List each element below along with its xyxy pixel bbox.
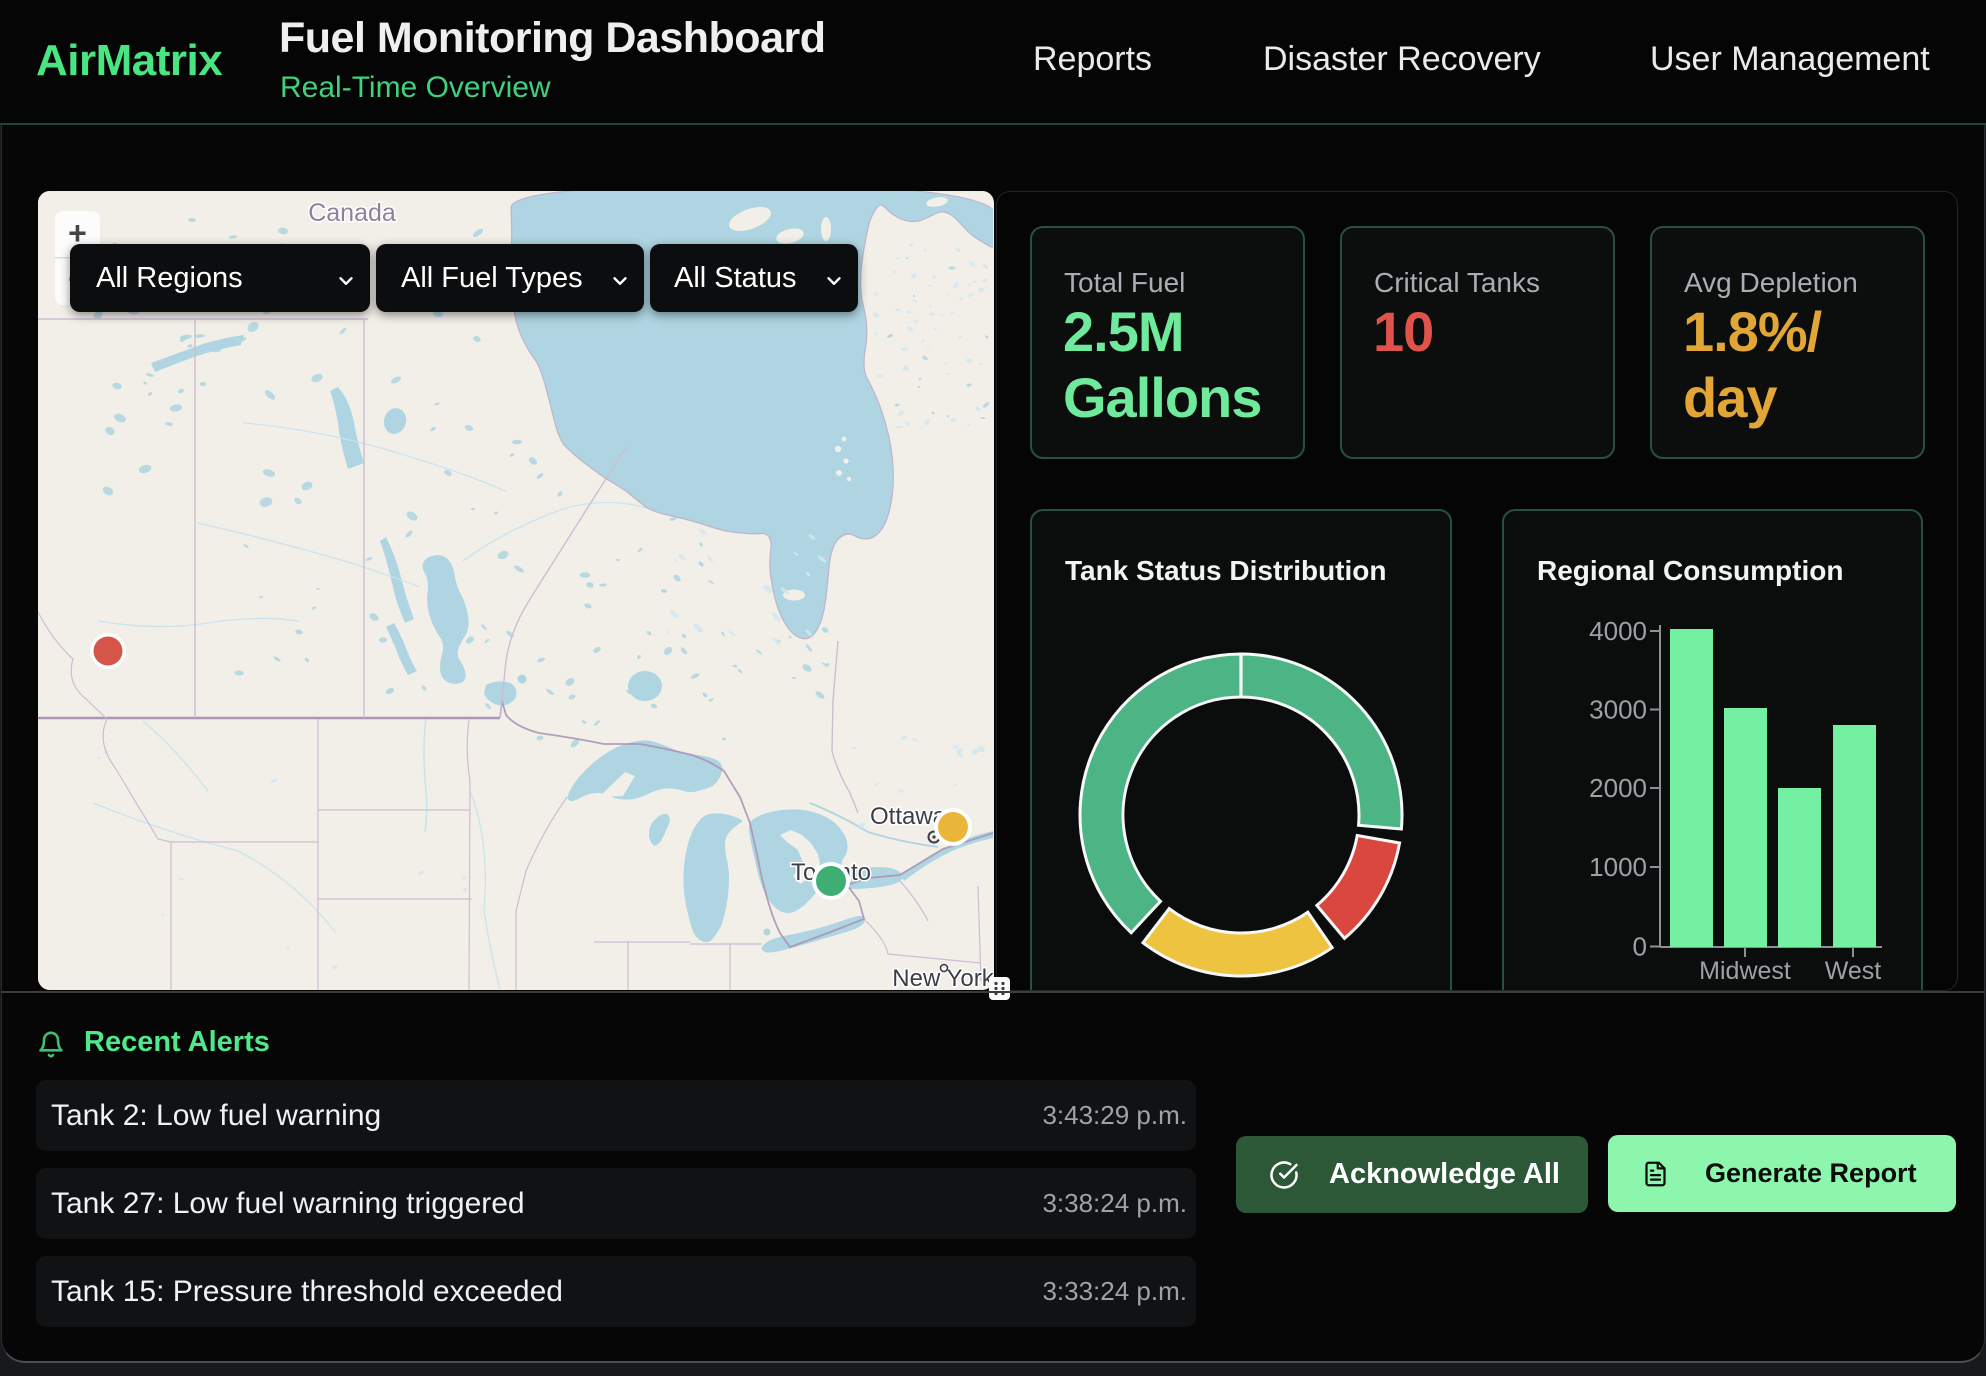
svg-text:0: 0	[1633, 932, 1647, 962]
svg-text:Midwest: Midwest	[1699, 957, 1791, 985]
svg-text:West: West	[1825, 957, 1882, 985]
svg-text:4000: 4000	[1589, 616, 1647, 646]
svg-text:2000: 2000	[1589, 773, 1647, 803]
svg-text:3000: 3000	[1589, 695, 1647, 725]
svg-text:Canada: Canada	[308, 199, 396, 227]
svg-text:1000: 1000	[1589, 852, 1647, 882]
